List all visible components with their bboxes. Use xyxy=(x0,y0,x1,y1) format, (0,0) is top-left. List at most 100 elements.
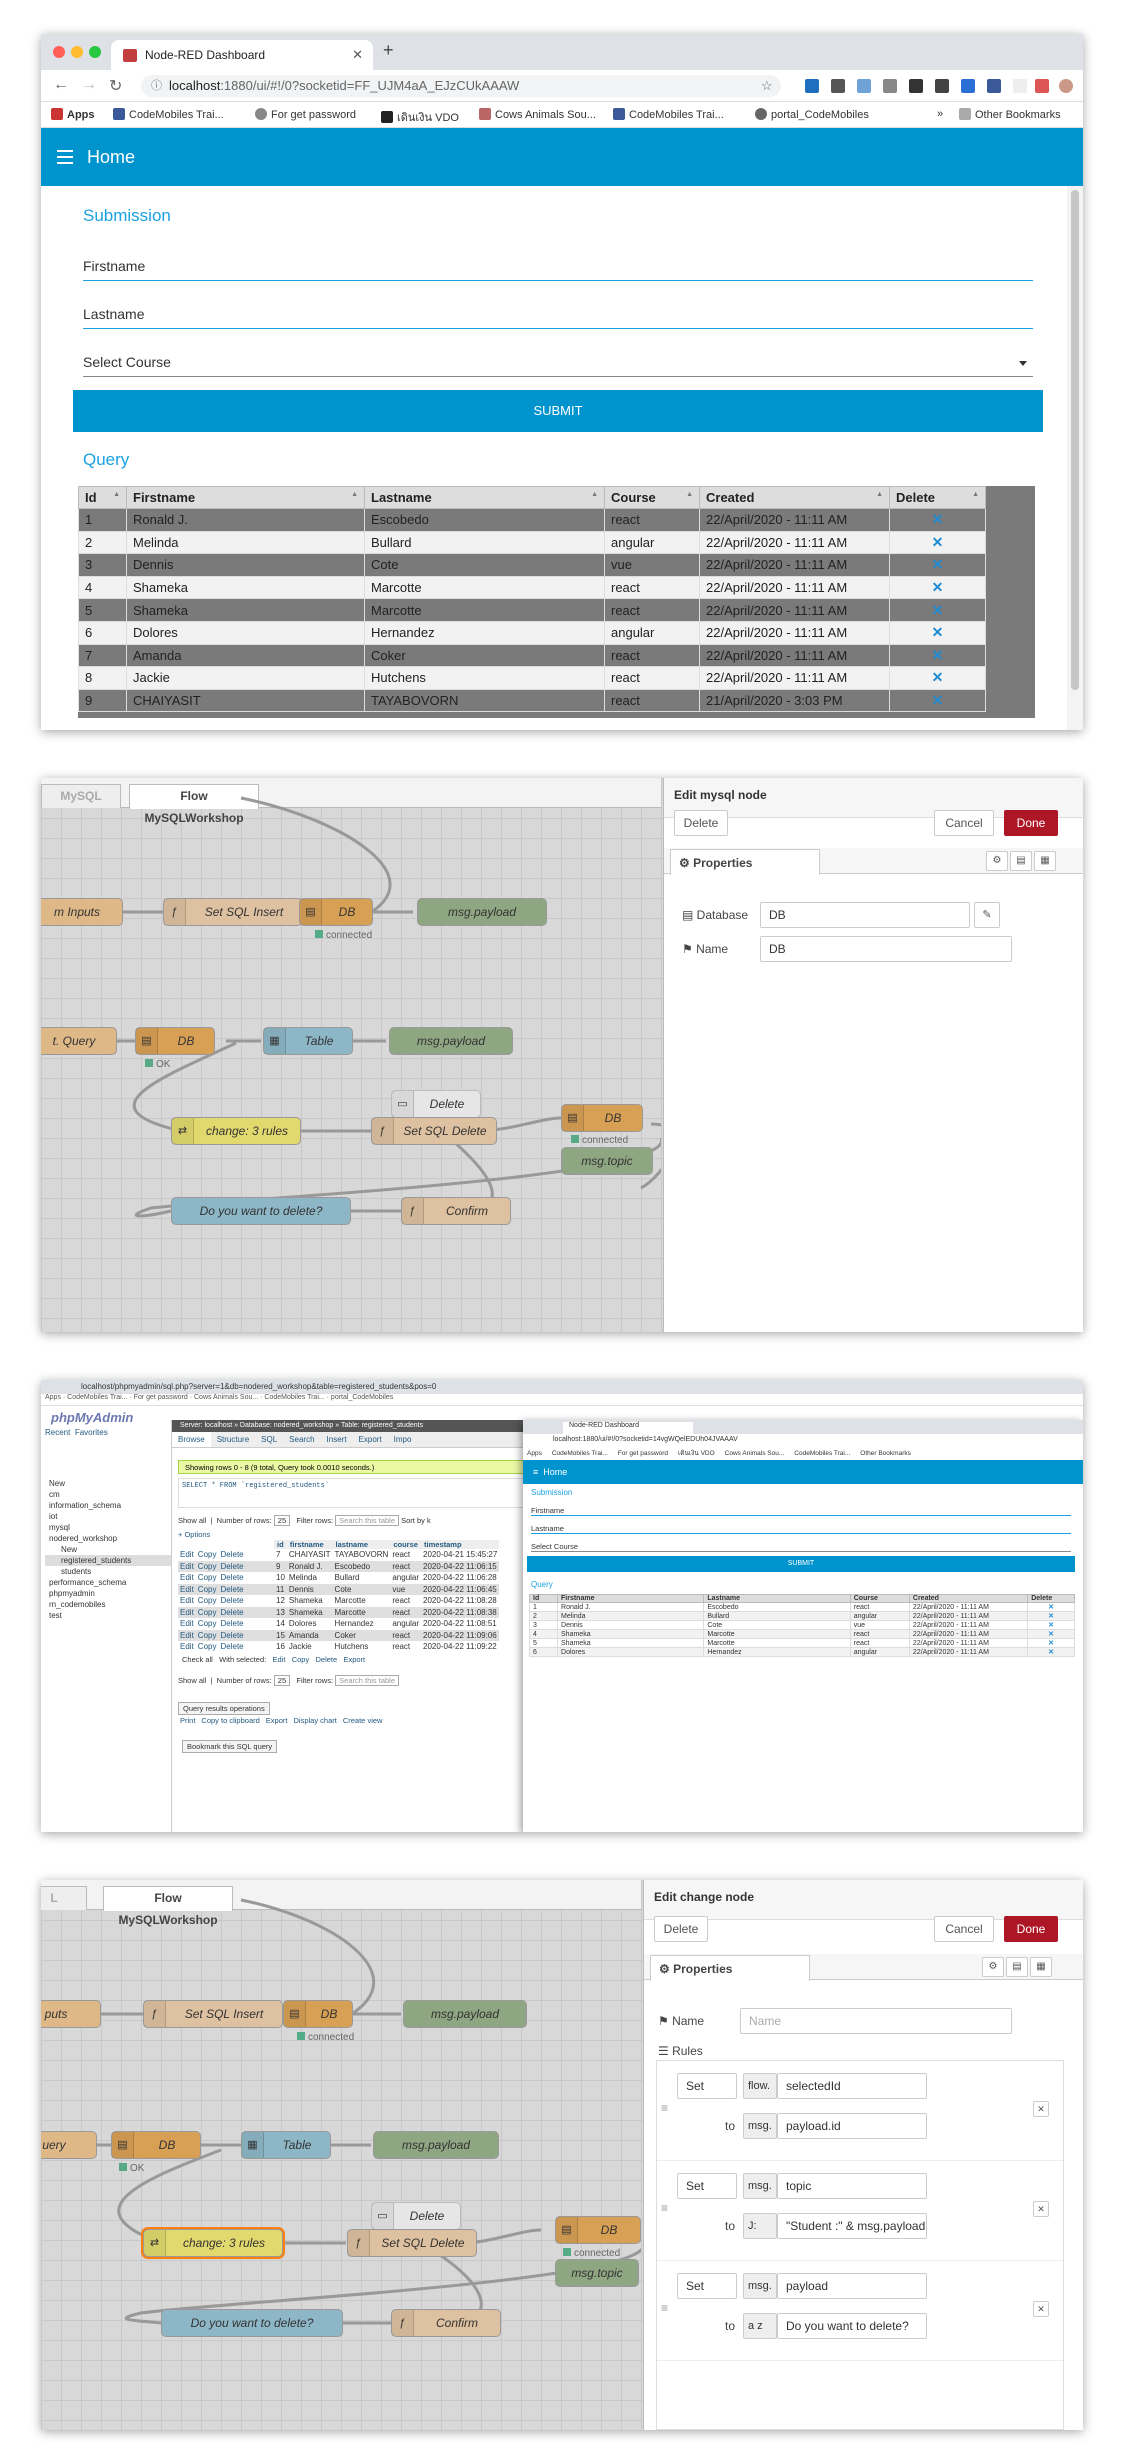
firstname-field[interactable]: Firstname xyxy=(83,258,1033,281)
remove-rule-icon[interactable]: ✕ xyxy=(1033,2301,1049,2317)
db-node[interactable]: ▤ DB xyxy=(283,2000,353,2028)
db-tree-item[interactable]: rn_codemobiles xyxy=(45,1599,171,1610)
form-inputs-node[interactable]: puts xyxy=(41,2000,101,2028)
options-link[interactable]: + Options xyxy=(178,1530,210,1539)
extension-icon[interactable] xyxy=(883,79,897,93)
row-action-0[interactable]: Edit xyxy=(180,1631,194,1640)
rule-value-field[interactable]: "Student :" & msg.payload.firstna xyxy=(777,2213,927,2239)
bulk-delete[interactable]: Delete xyxy=(315,1655,337,1664)
query-node[interactable]: t. Query xyxy=(41,1027,117,1055)
rule-action-select[interactable]: Set xyxy=(677,2173,737,2199)
row-action-1[interactable]: Copy xyxy=(198,1585,217,1594)
db-tree-item[interactable]: students xyxy=(45,1566,171,1577)
set-sql-insert-node[interactable]: ƒ Set SQL Insert xyxy=(163,898,303,926)
delete-row-icon[interactable]: ✕ xyxy=(889,688,986,713)
column-id[interactable]: Id xyxy=(78,486,127,509)
check-all[interactable]: Check all xyxy=(182,1655,213,1664)
lastname-field[interactable]: Lastname xyxy=(83,306,1033,329)
url-field[interactable]: localhost/phpmyadmin/sql.php?server=1&db… xyxy=(81,1382,436,1391)
mini-lastname-field[interactable]: Lastname xyxy=(531,1524,1071,1534)
row-action-0[interactable]: Edit xyxy=(180,1596,194,1605)
mini-tab[interactable]: Node-RED Dashboard xyxy=(563,1422,693,1434)
mini-firstname-field[interactable]: Firstname xyxy=(531,1506,1071,1516)
delete-button[interactable]: Delete xyxy=(654,1916,708,1942)
delete-row-icon[interactable]: ✕ xyxy=(1027,1629,1075,1639)
rule-value-type[interactable]: J: xyxy=(743,2213,777,2239)
mini-bookmark[interactable]: Apps xyxy=(527,1450,542,1457)
row-action-0[interactable]: Edit xyxy=(180,1550,194,1559)
mini-submit-button[interactable]: SUBMIT xyxy=(527,1556,1075,1572)
delete-row-icon[interactable]: ✕ xyxy=(889,553,986,577)
name-field[interactable]: DB xyxy=(760,936,1012,962)
cancel-button[interactable]: Cancel xyxy=(934,1916,994,1942)
column-header[interactable]: timestamp xyxy=(421,1540,500,1549)
row-action-2[interactable]: Delete xyxy=(220,1619,243,1628)
row-action-2[interactable]: Delete xyxy=(220,1562,243,1571)
row-action-2[interactable]: Delete xyxy=(220,1631,243,1640)
done-button[interactable]: Done xyxy=(1004,1916,1058,1942)
bulk-export[interactable]: Export xyxy=(343,1655,365,1664)
column-firstname[interactable]: Firstname xyxy=(126,486,365,509)
pma-tab[interactable]: Structure xyxy=(211,1432,255,1447)
row-action-0[interactable]: Edit xyxy=(180,1585,194,1594)
drag-handle-icon[interactable]: ≡ xyxy=(661,2101,668,2115)
bookmark-portal[interactable]: portal_CodeMobiles xyxy=(755,108,869,121)
extension-icon[interactable] xyxy=(857,79,871,93)
delete-row-icon[interactable]: ✕ xyxy=(1027,1638,1075,1648)
drag-handle-icon[interactable]: ≡ xyxy=(661,2301,668,2315)
db-tree-item[interactable]: iot xyxy=(45,1511,171,1522)
row-action-2[interactable]: Delete xyxy=(220,1642,243,1651)
column-header[interactable]: course xyxy=(390,1540,422,1549)
confirm-node[interactable]: ƒ Confirm xyxy=(401,1197,511,1225)
mini-bookmark[interactable]: เดินเงิน VDO xyxy=(678,1450,715,1457)
bookmark-password[interactable]: For get password xyxy=(255,108,356,121)
mini-url-field[interactable]: localhost:1880/ui/#!/0?socketid=14vgWQel… xyxy=(553,1436,738,1443)
change-node[interactable]: ⇄ change: 3 rules xyxy=(171,1117,301,1145)
db-node[interactable]: ▤ DB xyxy=(111,2131,201,2159)
query-op-link[interactable]: Copy to clipboard xyxy=(201,1716,259,1725)
bookmark-apps[interactable]: Apps xyxy=(51,108,95,121)
delete-row-icon[interactable]: ✕ xyxy=(1027,1620,1075,1630)
new-tab-icon[interactable]: + xyxy=(383,40,394,61)
column-header[interactable]: id xyxy=(274,1540,287,1549)
column-header[interactable]: Created xyxy=(908,1594,1029,1603)
rule-value-field[interactable]: Do you want to delete? xyxy=(777,2313,927,2339)
pma-tab[interactable]: Browse xyxy=(172,1432,211,1447)
column-created[interactable]: Created xyxy=(699,486,890,509)
cancel-button[interactable]: Cancel xyxy=(934,810,994,836)
filter-input[interactable]: Search this table xyxy=(335,1515,400,1526)
forward-icon[interactable]: → xyxy=(81,76,97,94)
row-action-1[interactable]: Copy xyxy=(198,1573,217,1582)
row-action-2[interactable]: Delete xyxy=(220,1596,243,1605)
extension-icon[interactable] xyxy=(961,79,975,93)
bookmark-sql-button[interactable]: Bookmark this SQL query xyxy=(182,1740,278,1753)
change-node[interactable]: ⇄ change: 3 rules xyxy=(143,2229,283,2257)
mini-bookmark[interactable]: Cows Animals Sou... xyxy=(725,1450,785,1457)
confirm-dialog-node[interactable]: Do you want to delete? xyxy=(171,1197,351,1225)
mini-bookmark[interactable]: For get password xyxy=(618,1450,668,1457)
row-action-2[interactable]: Delete xyxy=(220,1585,243,1594)
done-button[interactable]: Done xyxy=(1004,810,1058,836)
row-action-1[interactable]: Copy xyxy=(198,1619,217,1628)
row-action-2[interactable]: Delete xyxy=(220,1550,243,1559)
debug-node[interactable]: msg.topic xyxy=(561,1147,653,1175)
bulk-edit[interactable]: Edit xyxy=(273,1655,286,1664)
rule-action-select[interactable]: Set xyxy=(677,2073,737,2099)
debug-node[interactable]: msg.payload xyxy=(417,898,547,926)
delete-button[interactable]: Delete xyxy=(674,810,728,836)
bookmark-other[interactable]: Other Bookmarks xyxy=(959,108,1061,121)
column-header[interactable]: Id xyxy=(528,1594,559,1603)
extension-icon[interactable] xyxy=(1013,79,1027,93)
row-action-0[interactable]: Edit xyxy=(180,1573,194,1582)
set-sql-insert-node[interactable]: ƒ Set SQL Insert xyxy=(143,2000,283,2028)
debug-node[interactable]: msg.payload xyxy=(403,2000,527,2028)
set-sql-delete-node[interactable]: ƒ Set SQL Delete xyxy=(371,1117,497,1145)
row-action-0[interactable]: Edit xyxy=(180,1642,194,1651)
column-delete[interactable]: Delete xyxy=(889,486,986,509)
db-tree-item[interactable]: cm xyxy=(45,1489,171,1500)
bulk-copy[interactable]: Copy xyxy=(292,1655,310,1664)
row-action-1[interactable]: Copy xyxy=(198,1550,217,1559)
extension-icon[interactable] xyxy=(909,79,923,93)
row-action-0[interactable]: Edit xyxy=(180,1608,194,1617)
rule-target-type[interactable]: msg. xyxy=(743,2173,777,2199)
